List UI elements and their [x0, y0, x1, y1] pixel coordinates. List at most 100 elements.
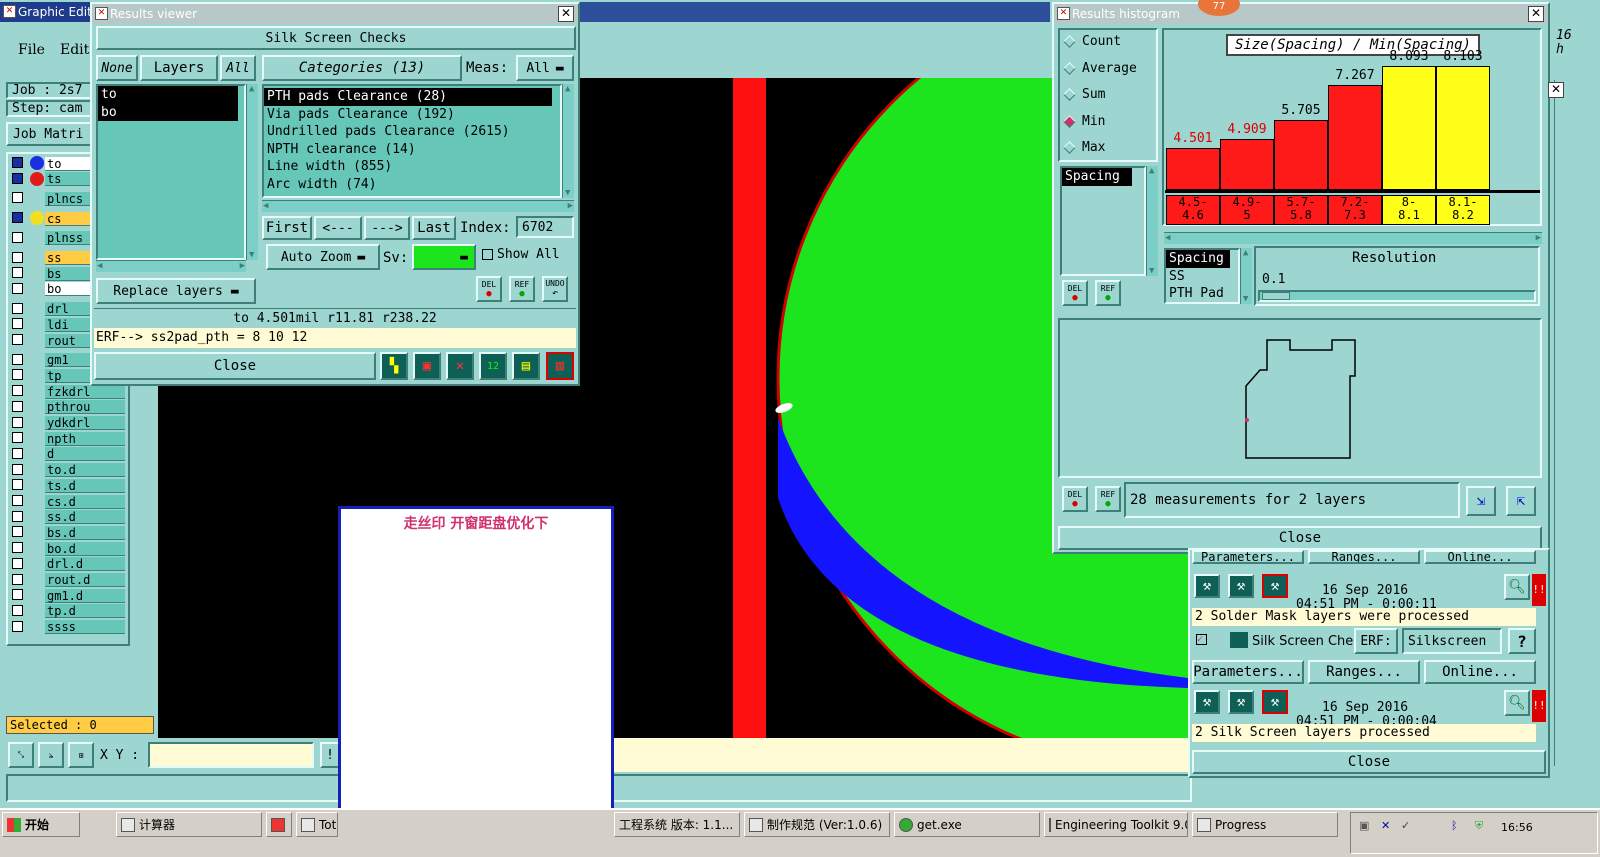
- layer-checkbox[interactable]: [12, 334, 23, 345]
- category-item[interactable]: Undrilled pads Clearance (2615): [264, 123, 560, 141]
- layer-color-dot-icon[interactable]: [30, 156, 44, 170]
- grid-tool-button[interactable]: ⊞: [68, 742, 94, 768]
- category-item[interactable]: NPTH clearance (14): [264, 141, 560, 159]
- category-item[interactable]: Line width (855): [264, 158, 560, 176]
- layers-all-button[interactable]: All: [220, 55, 256, 81]
- layer-checkbox[interactable]: [12, 479, 23, 491]
- layer-checkbox[interactable]: [12, 604, 23, 616]
- menu-file[interactable]: File: [18, 42, 45, 58]
- layer-checkbox[interactable]: [12, 526, 23, 538]
- results-viewer-titlebar[interactable]: ✕ Results viewer ✕: [92, 4, 578, 24]
- tray-icon[interactable]: ✕: [1381, 819, 1390, 832]
- attr-item[interactable]: SS: [1166, 268, 1238, 286]
- radio-diamond-icon[interactable]: [1063, 88, 1076, 101]
- layer-name[interactable]: fzkdrl: [45, 384, 125, 399]
- checklist-close-button[interactable]: Close: [1192, 750, 1546, 774]
- layer-checkbox[interactable]: [12, 212, 23, 224]
- left-list-vscroll[interactable]: ▲ ▼: [1146, 166, 1158, 276]
- hist-del-button-2[interactable]: DEL ●: [1062, 486, 1088, 512]
- rv-tool-3-icon[interactable]: ✕: [446, 352, 474, 380]
- rv-layer-hscroll[interactable]: ◀ ▶: [96, 260, 246, 272]
- resolution-slider[interactable]: [1258, 290, 1536, 302]
- histogram-bar[interactable]: [1220, 139, 1274, 190]
- task-get-exe[interactable]: get.exe: [894, 812, 1040, 837]
- category-item[interactable]: Via pads Clearance (192): [264, 106, 560, 124]
- radio-diamond-icon[interactable]: [1063, 114, 1076, 128]
- histogram-bar[interactable]: [1166, 148, 1220, 190]
- hist-ref-button-2[interactable]: REF ●: [1095, 486, 1121, 512]
- layer-name[interactable]: tp.d: [45, 604, 125, 619]
- bluetooth-icon[interactable]: ᛒ: [1451, 819, 1458, 832]
- layer-checkbox[interactable]: [12, 318, 23, 330]
- shield-icon[interactable]: ⛨: [1475, 819, 1483, 833]
- layer-name[interactable]: ts.d: [45, 478, 125, 493]
- task-spec[interactable]: 制作规范 (Ver:1.0.6): [744, 812, 890, 837]
- categories-list[interactable]: PTH pads Clearance (28) Via pads Clearanc…: [262, 84, 562, 198]
- layer-checkbox[interactable]: [12, 353, 23, 365]
- histogram-bar[interactable]: [1436, 66, 1490, 190]
- layer-checkbox[interactable]: [12, 557, 23, 569]
- measure-tool-button[interactable]: ⦥: [38, 742, 64, 768]
- layer-name[interactable]: rout.d: [45, 573, 125, 587]
- index-input[interactable]: 6702: [516, 216, 574, 238]
- next-button[interactable]: --->: [364, 216, 410, 240]
- histogram-hscroll[interactable]: ◀ ▶: [1164, 232, 1542, 244]
- del-button[interactable]: DEL ●: [476, 276, 502, 302]
- layer-name[interactable]: pthrou: [45, 400, 125, 415]
- run-icon[interactable]: ⚒: [1262, 574, 1288, 598]
- layer-checkbox[interactable]: [12, 447, 23, 459]
- sv-color-dropdown[interactable]: ▬: [412, 244, 476, 270]
- task-progress[interactable]: Progress: [1192, 812, 1338, 837]
- attribute-vscroll[interactable]: ▲ ▼: [1240, 248, 1252, 304]
- radio-diamond-icon[interactable]: [1063, 35, 1076, 48]
- task-engineering-toolkit[interactable]: Engineering Toolkit 9.0...: [1044, 812, 1188, 837]
- export-left-icon[interactable]: ⇱: [1506, 486, 1536, 516]
- results-viewer-close-icon[interactable]: ✕: [558, 6, 574, 22]
- task-calculator[interactable]: 计算器: [116, 812, 262, 837]
- layer-checkbox[interactable]: [12, 495, 23, 506]
- attr-item[interactable]: Spacing: [1166, 250, 1230, 268]
- erf-button[interactable]: ERF:: [1354, 628, 1398, 654]
- layer-name[interactable]: d: [45, 447, 125, 462]
- task-tot[interactable]: Tot: [296, 812, 338, 837]
- slider-thumb[interactable]: [1262, 292, 1290, 300]
- start-button[interactable]: 开始: [2, 812, 80, 837]
- rv-tool-2-icon[interactable]: ▣: [413, 352, 441, 380]
- layer-checkbox[interactable]: [12, 302, 23, 314]
- layers-none-button[interactable]: None: [96, 55, 138, 81]
- histogram-bar[interactable]: [1328, 85, 1382, 190]
- tray-icon[interactable]: ✓: [1401, 819, 1410, 832]
- online-button-2[interactable]: Online...: [1424, 660, 1536, 684]
- run-icon[interactable]: ⚒: [1262, 690, 1288, 714]
- radio-diamond-icon[interactable]: [1063, 61, 1076, 75]
- histogram-bar[interactable]: [1274, 120, 1328, 190]
- layer-name[interactable]: ydkdrl: [45, 416, 125, 430]
- layer-checkbox[interactable]: [12, 231, 23, 243]
- params-button-2[interactable]: Parameters...: [1192, 660, 1304, 684]
- layer-checkbox[interactable]: [12, 192, 23, 204]
- zoom-icon[interactable]: 🔍︎: [1504, 690, 1530, 716]
- layer-checkbox[interactable]: [12, 267, 23, 279]
- run-icon[interactable]: ⚒: [1194, 690, 1220, 714]
- tray-icon[interactable]: ▣: [1359, 819, 1369, 832]
- erf-input[interactable]: Silkscreen: [1402, 628, 1502, 654]
- layer-checkbox[interactable]: [12, 385, 23, 397]
- help-button[interactable]: ?: [1508, 628, 1536, 654]
- categories-vscroll[interactable]: ▲ ▼: [562, 84, 574, 198]
- auto-zoom-dropdown[interactable]: Auto Zoom ▬: [266, 244, 380, 270]
- attr-item[interactable]: PTH Pad: [1166, 285, 1238, 302]
- online-button-1[interactable]: Online...: [1424, 550, 1536, 564]
- histogram-left-list[interactable]: Spacing: [1060, 166, 1146, 276]
- categories-hscroll[interactable]: ◀ ▶: [262, 200, 574, 212]
- graphic-editor-titlebar[interactable]: ✕ Graphic Edit: [0, 2, 95, 22]
- layer-name[interactable]: gm1.d: [45, 588, 125, 603]
- right-edge-close-icon[interactable]: ✕: [1548, 82, 1564, 98]
- job-matrix-button[interactable]: Job Matri: [6, 122, 96, 146]
- layer-checkbox[interactable]: [12, 172, 23, 184]
- hist-ref-button[interactable]: REF ●: [1095, 280, 1121, 306]
- zoom-tool-button[interactable]: ⤡: [8, 742, 34, 768]
- first-button[interactable]: First: [262, 216, 312, 240]
- layer-name[interactable]: cs.d: [45, 494, 125, 509]
- rv-tool-1-icon[interactable]: ▚: [380, 352, 408, 380]
- ref-button[interactable]: REF ●: [509, 276, 535, 302]
